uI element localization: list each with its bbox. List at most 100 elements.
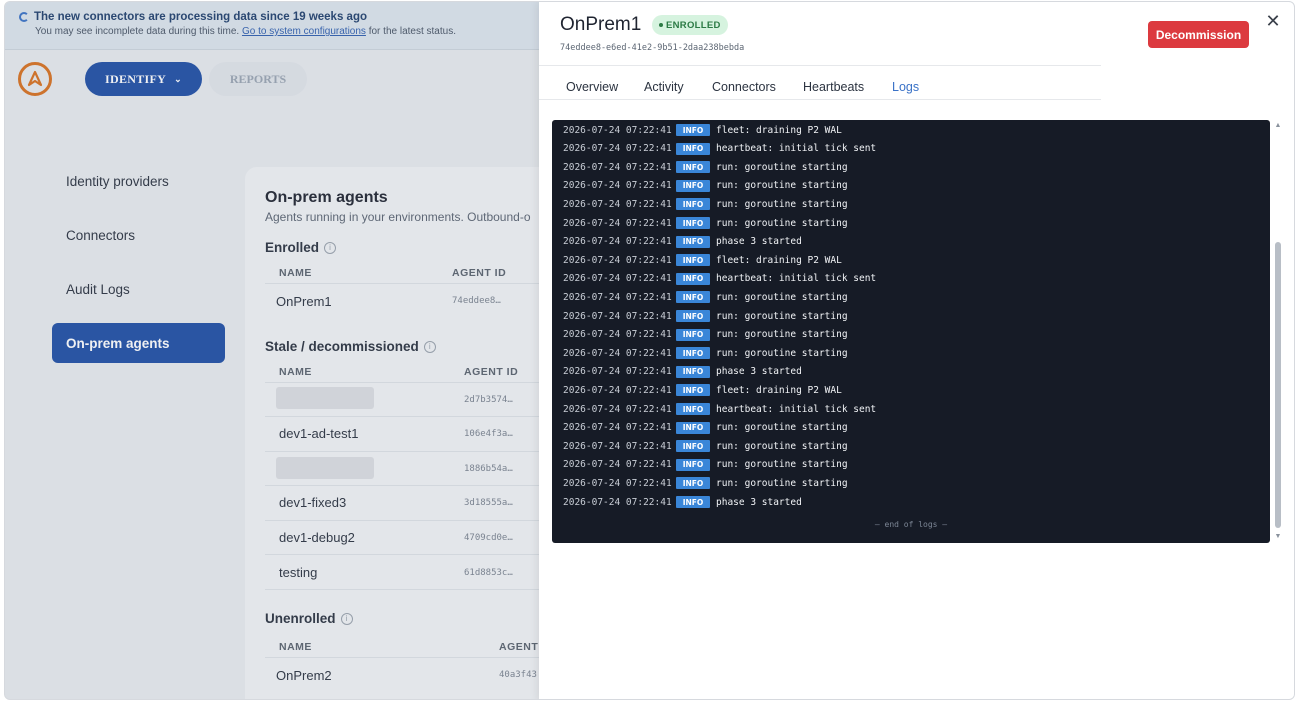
log-timestamp: 2026-07-24 07:22:41 xyxy=(563,236,672,248)
log-timestamp: 2026-07-24 07:22:41 xyxy=(563,477,672,489)
log-level-badge: INFO xyxy=(676,142,710,155)
scroll-down-icon[interactable]: ▼ xyxy=(1273,533,1283,541)
log-entry: 2026-07-24 07:22:41 INFO run: goroutine st… xyxy=(552,214,1252,232)
log-entry: 2026-07-24 07:22:41 INFO run: goroutine st… xyxy=(552,288,1252,306)
tab-connectors[interactable]: Connectors xyxy=(712,80,776,94)
log-message: run: goroutine starting xyxy=(716,329,848,341)
log-timestamp: 2026-07-24 07:22:41 xyxy=(563,347,672,359)
log-entry: 2026-07-24 07:22:41 INFO run: goroutine st… xyxy=(552,344,1252,362)
log-message: heartbeat: initial tick sent xyxy=(716,143,877,155)
tab-activity[interactable]: Activity xyxy=(644,80,684,94)
log-timestamp: 2026-07-24 07:22:41 xyxy=(563,440,672,452)
log-message: run: goroutine starting xyxy=(716,310,848,322)
log-message: heartbeat: initial tick sent xyxy=(716,403,877,415)
log-entry: 2026-07-24 07:22:41 INFO fleet: draining P… xyxy=(552,251,1252,269)
log-message: fleet: draining P2 WAL xyxy=(716,124,842,136)
log-entry: 2026-07-24 07:22:41 INFO run: goroutine st… xyxy=(552,307,1252,325)
log-level-badge: INFO xyxy=(676,272,710,285)
log-level-badge: INFO xyxy=(676,179,710,192)
log-entry: 2026-07-24 07:22:41 INFO run: goroutine st… xyxy=(552,419,1252,437)
log-level-badge: INFO xyxy=(676,440,710,453)
log-timestamp: 2026-07-24 07:22:41 xyxy=(563,459,672,471)
log-entry: 2026-07-24 07:22:41 INFO run: goroutine st… xyxy=(552,158,1252,176)
log-message: phase 3 started xyxy=(716,236,802,248)
log-message: fleet: draining P2 WAL xyxy=(716,384,842,396)
log-level-badge: INFO xyxy=(676,198,710,211)
scrollbar-thumb[interactable] xyxy=(1275,242,1281,528)
agent-id: 74eddee8-e6ed-41e2-9b51-2daa238bebda xyxy=(560,43,745,53)
log-timestamp: 2026-07-24 07:22:41 xyxy=(563,366,672,378)
log-level-badge: INFO xyxy=(676,124,710,136)
status-badge-label: ENROLLED xyxy=(666,19,721,31)
log-level-badge: INFO xyxy=(676,496,710,508)
app-window: The new connectors are processing data s… xyxy=(4,1,1295,700)
log-level-badge: INFO xyxy=(676,328,710,341)
drawer-title: OnPrem1 xyxy=(560,14,642,35)
decommission-button[interactable]: Decommission xyxy=(1148,21,1249,48)
agent-detail-drawer: OnPrem1 ENROLLED 74eddee8-e6ed-41e2-9b51… xyxy=(539,2,1294,699)
log-message: run: goroutine starting xyxy=(716,422,848,434)
log-level-badge: INFO xyxy=(676,254,710,267)
log-message: run: goroutine starting xyxy=(716,477,848,489)
log-level-badge: INFO xyxy=(676,477,710,490)
log-message: run: goroutine starting xyxy=(716,291,848,303)
log-entry: 2026-07-24 07:22:41 INFO heartbeat: initia… xyxy=(552,400,1252,418)
tab-overview[interactable]: Overview xyxy=(566,80,618,94)
log-timestamp: 2026-07-24 07:22:41 xyxy=(563,273,672,285)
log-message: heartbeat: initial tick sent xyxy=(716,273,877,285)
log-timestamp: 2026-07-24 07:22:41 xyxy=(563,291,672,303)
log-level-badge: INFO xyxy=(676,310,710,322)
log-message: run: goroutine starting xyxy=(716,217,848,229)
log-entry: 2026-07-24 07:22:41 INFO heartbeat: initia… xyxy=(552,140,1252,158)
log-timestamp: 2026-07-24 07:22:41 xyxy=(563,124,672,136)
close-icon[interactable]: ✕ xyxy=(1264,11,1282,31)
tab-logs[interactable]: Logs xyxy=(892,80,919,94)
log-viewer[interactable]: 2026-07-24 07:22:41 INFO fleet: draining P… xyxy=(552,120,1270,543)
log-entry: 2026-07-24 07:22:41 INFO run: goroutine st… xyxy=(552,437,1252,455)
tab-heartbeats[interactable]: Heartbeats xyxy=(803,80,864,94)
log-level-badge: INFO xyxy=(676,217,710,229)
log-timestamp: 2026-07-24 07:22:41 xyxy=(563,422,672,434)
log-entry: 2026-07-24 07:22:41 INFO fleet: draining P… xyxy=(552,381,1252,399)
log-level-badge: INFO xyxy=(676,347,710,360)
end-of-logs: — end of logs — xyxy=(874,520,948,529)
log-timestamp: 2026-07-24 07:22:41 xyxy=(563,496,672,508)
log-level-badge: INFO xyxy=(676,458,710,471)
log-message: run: goroutine starting xyxy=(716,347,848,359)
status-badge: ENROLLED xyxy=(652,15,728,35)
log-timestamp: 2026-07-24 07:22:41 xyxy=(563,180,672,192)
scroll-up-icon[interactable]: ▲ xyxy=(1273,122,1283,130)
log-entry: 2026-07-24 07:22:41 INFO phase 3 started xyxy=(552,363,1252,381)
log-timestamp: 2026-07-24 07:22:41 xyxy=(563,217,672,229)
log-entry: 2026-07-24 07:22:41 INFO heartbeat: initia… xyxy=(552,270,1252,288)
log-message: fleet: draining P2 WAL xyxy=(716,254,842,266)
log-level-badge: INFO xyxy=(676,235,710,248)
log-entry: 2026-07-24 07:22:41 INFO run: goroutine st… xyxy=(552,195,1252,213)
log-message: run: goroutine starting xyxy=(716,180,848,192)
log-entry: 2026-07-24 07:22:41 INFO run: goroutine st… xyxy=(552,474,1252,492)
log-message: run: goroutine starting xyxy=(716,459,848,471)
log-level-badge: INFO xyxy=(676,365,710,378)
log-scrollbar[interactable]: ▲ ▼ xyxy=(1273,120,1283,543)
drawer-tabs: Overview Activity Connectors Heartbeats … xyxy=(539,66,1101,100)
log-message: run: goroutine starting xyxy=(716,198,848,210)
log-message: run: goroutine starting xyxy=(716,440,848,452)
log-entry: 2026-07-24 07:22:41 INFO fleet: draining P… xyxy=(552,121,1252,139)
log-level-badge: INFO xyxy=(676,291,710,304)
log-entry: 2026-07-24 07:22:41 INFO run: goroutine st… xyxy=(552,456,1252,474)
log-timestamp: 2026-07-24 07:22:41 xyxy=(563,329,672,341)
log-message: run: goroutine starting xyxy=(716,161,848,173)
log-level-badge: INFO xyxy=(676,161,710,174)
status-dot-icon xyxy=(659,23,663,27)
log-entry: 2026-07-24 07:22:41 INFO phase 3 started xyxy=(552,493,1252,511)
log-timestamp: 2026-07-24 07:22:41 xyxy=(563,254,672,266)
log-timestamp: 2026-07-24 07:22:41 xyxy=(563,161,672,173)
log-level-badge: INFO xyxy=(676,384,710,397)
log-timestamp: 2026-07-24 07:22:41 xyxy=(563,143,672,155)
log-timestamp: 2026-07-24 07:22:41 xyxy=(563,403,672,415)
log-timestamp: 2026-07-24 07:22:41 xyxy=(563,310,672,322)
log-timestamp: 2026-07-24 07:22:41 xyxy=(563,384,672,396)
log-level-badge: INFO xyxy=(676,421,710,434)
log-level-badge: INFO xyxy=(676,403,710,415)
log-message: phase 3 started xyxy=(716,496,802,508)
